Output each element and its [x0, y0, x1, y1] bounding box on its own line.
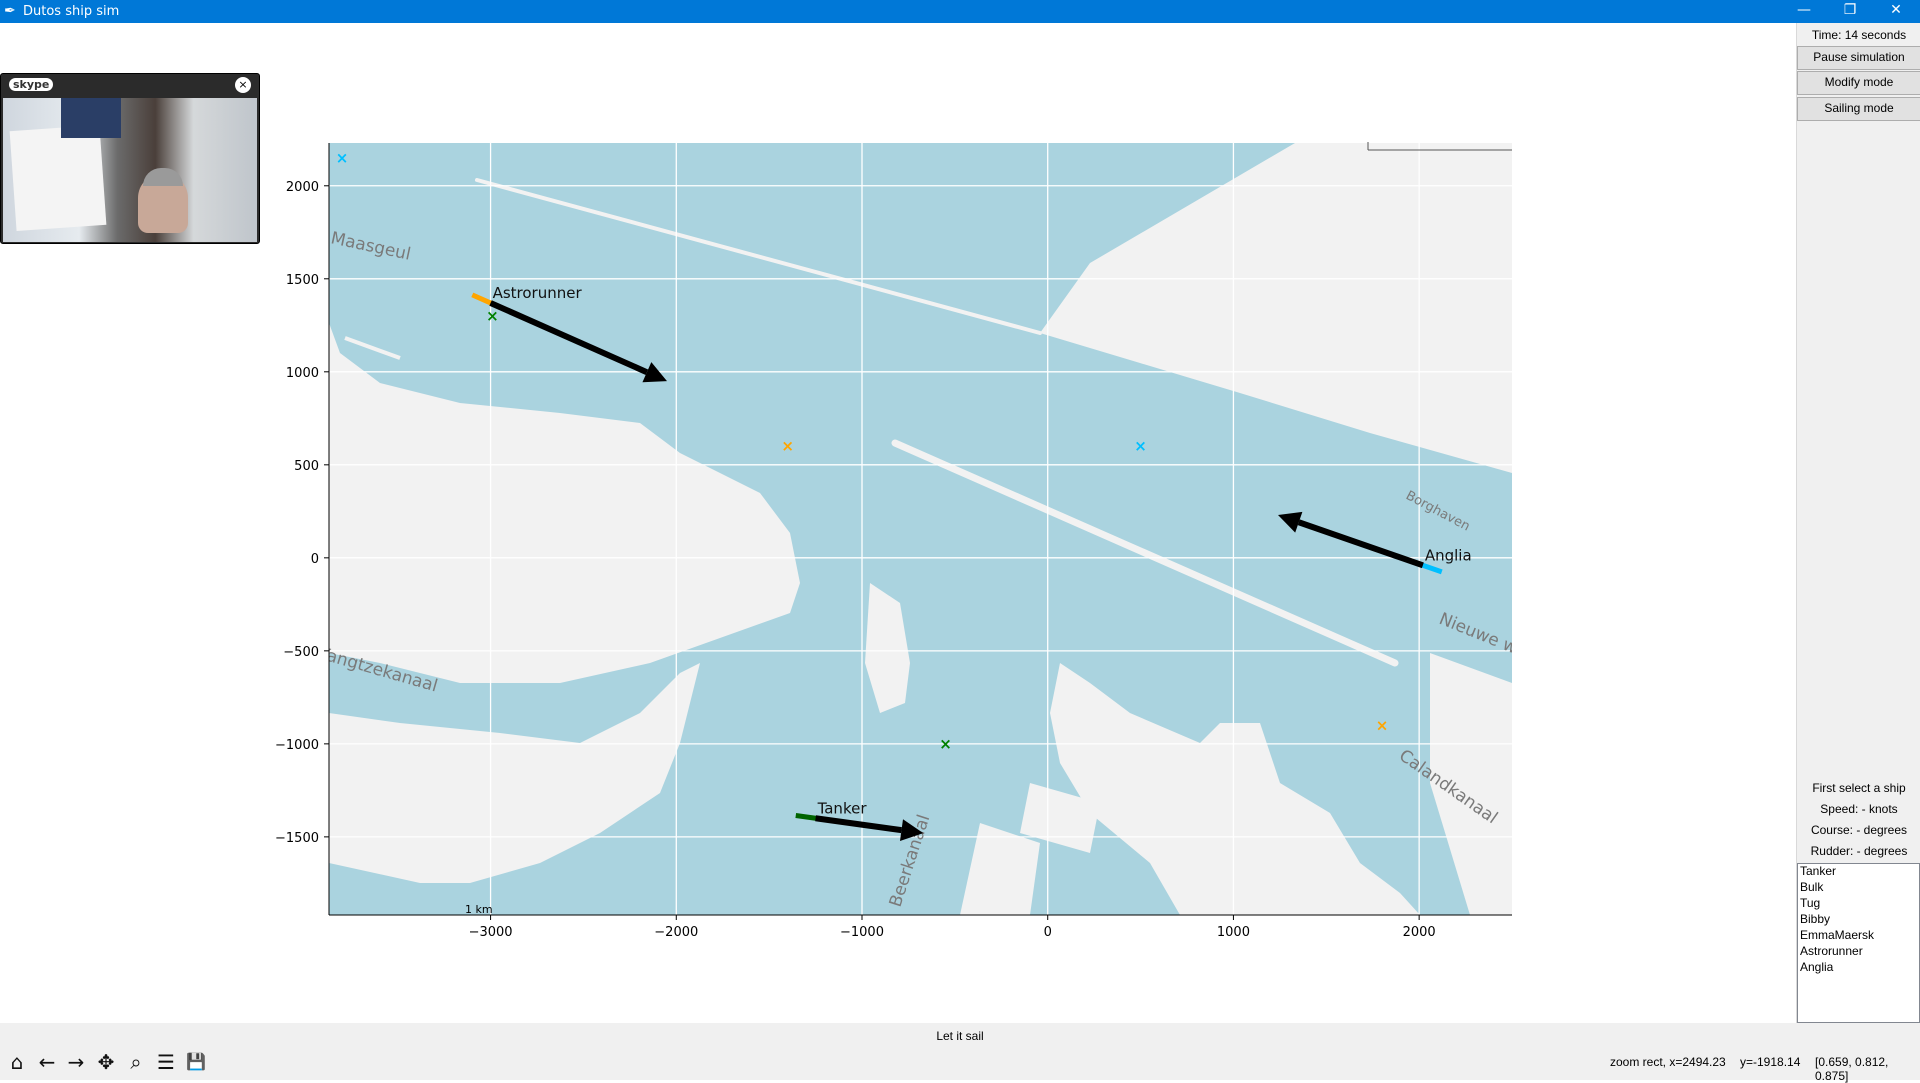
y-tick-label: −1500: [275, 831, 319, 846]
person-hair: [143, 168, 183, 186]
y-tick-label: −500: [283, 645, 319, 660]
y-tick-label: −1000: [275, 738, 319, 753]
ship-label: Anglia: [1425, 546, 1472, 564]
feather-icon: ✒: [4, 3, 16, 19]
x-tick-label: −3000: [469, 925, 513, 940]
skype-video-window[interactable]: skype ×: [0, 73, 260, 244]
list-item[interactable]: Astrorunner: [1798, 944, 1919, 960]
modify-mode-button[interactable]: Modify mode: [1797, 71, 1920, 95]
x-tick-label: −1000: [840, 925, 884, 940]
scale-label: 1 km: [465, 903, 493, 916]
speed-label: Speed: - knots: [1820, 802, 1898, 816]
skype-logo: skype: [9, 78, 54, 91]
target-marker: ×: [1376, 716, 1389, 734]
close-icon[interactable]: ×: [235, 77, 251, 93]
restore-icon[interactable]: ❐: [1827, 0, 1873, 23]
configure-subplots-icon[interactable]: ☰: [153, 1049, 179, 1075]
y-tick-label: 1500: [286, 273, 319, 288]
ship-label: Tanker: [817, 799, 868, 817]
target-marker: ×: [336, 149, 349, 167]
y-coordinate-readout: y=-1918.14: [1740, 1055, 1801, 1069]
x-tick-label: −2000: [654, 925, 698, 940]
back-arrow-icon[interactable]: ←: [34, 1049, 60, 1075]
sailing-mode-button[interactable]: Sailing mode: [1797, 97, 1920, 121]
map-plot[interactable]: −3000 −2000 −1000 0 1000 2000 2000 1500 1000 500…: [0, 23, 1796, 1023]
list-item[interactable]: Tug: [1798, 896, 1919, 912]
whiteboard: [9, 124, 107, 232]
color-value-readout: [0.659, 0.812, 0.875]: [1815, 1055, 1889, 1083]
navigation-toolbar: Let it sail ⌂ ← → ✥ ⌕ ☰ 💾 zoom rect, x=2…: [0, 1023, 1920, 1083]
target-marker: ×: [1134, 437, 1147, 455]
list-item[interactable]: Bulk: [1798, 880, 1919, 896]
video-feed: [3, 98, 257, 242]
minimize-icon[interactable]: —: [1781, 0, 1827, 23]
course-label: Course: - degrees: [1810, 823, 1908, 837]
y-tick-label: 2000: [286, 180, 319, 195]
x-tick-label: 0: [1044, 925, 1052, 940]
window-title: Dutos ship sim: [23, 4, 120, 19]
list-item[interactable]: EmmaMaersk: [1798, 928, 1919, 944]
ship-label: Astrorunner: [493, 284, 583, 302]
x-axis: −3000 −2000 −1000 0 1000 2000: [469, 915, 1436, 940]
list-item[interactable]: Anglia: [1798, 960, 1919, 976]
pause-simulation-button[interactable]: Pause simulation: [1797, 46, 1920, 70]
x-tick-label: 1000: [1217, 925, 1250, 940]
y-axis: 2000 1500 1000 500 0 −500 −1000 −1500: [275, 180, 329, 846]
time-label: Time: 14 seconds: [1811, 28, 1907, 42]
zoom-icon[interactable]: ⌕: [123, 1049, 149, 1075]
poster: [61, 98, 121, 138]
zoom-rect-readout: zoom rect, x=2494.23: [1610, 1055, 1726, 1069]
home-icon[interactable]: ⌂: [4, 1049, 30, 1075]
list-item[interactable]: Bibby: [1798, 912, 1919, 928]
status-message: Let it sail: [936, 1029, 984, 1043]
target-marker: ×: [781, 437, 794, 455]
control-panel: Time: 14 seconds Pause simulation Modify…: [1796, 23, 1920, 1023]
target-marker: ×: [939, 735, 952, 753]
figure-canvas[interactable]: −3000 −2000 −1000 0 1000 2000 2000 1500 1000 500…: [0, 23, 1796, 1023]
rudder-label: Rudder: - degrees: [1810, 844, 1908, 858]
y-tick-label: 1000: [286, 366, 319, 381]
y-tick-label: 500: [294, 459, 319, 474]
forward-arrow-icon[interactable]: →: [63, 1049, 89, 1075]
ship-list[interactable]: Tanker Bulk Tug Bibby EmmaMaersk Astroru…: [1797, 863, 1920, 1023]
target-marker: ×: [486, 307, 499, 325]
pan-icon[interactable]: ✥: [93, 1049, 119, 1075]
x-tick-label: 2000: [1403, 925, 1436, 940]
y-tick-label: 0: [311, 552, 319, 567]
title-bar: ✒ Dutos ship sim — ❐ ✕: [0, 0, 1920, 23]
close-icon[interactable]: ✕: [1873, 0, 1919, 23]
save-icon[interactable]: 💾: [183, 1049, 209, 1075]
list-item[interactable]: Tanker: [1798, 864, 1919, 880]
select-ship-hint: First select a ship: [1812, 781, 1906, 795]
